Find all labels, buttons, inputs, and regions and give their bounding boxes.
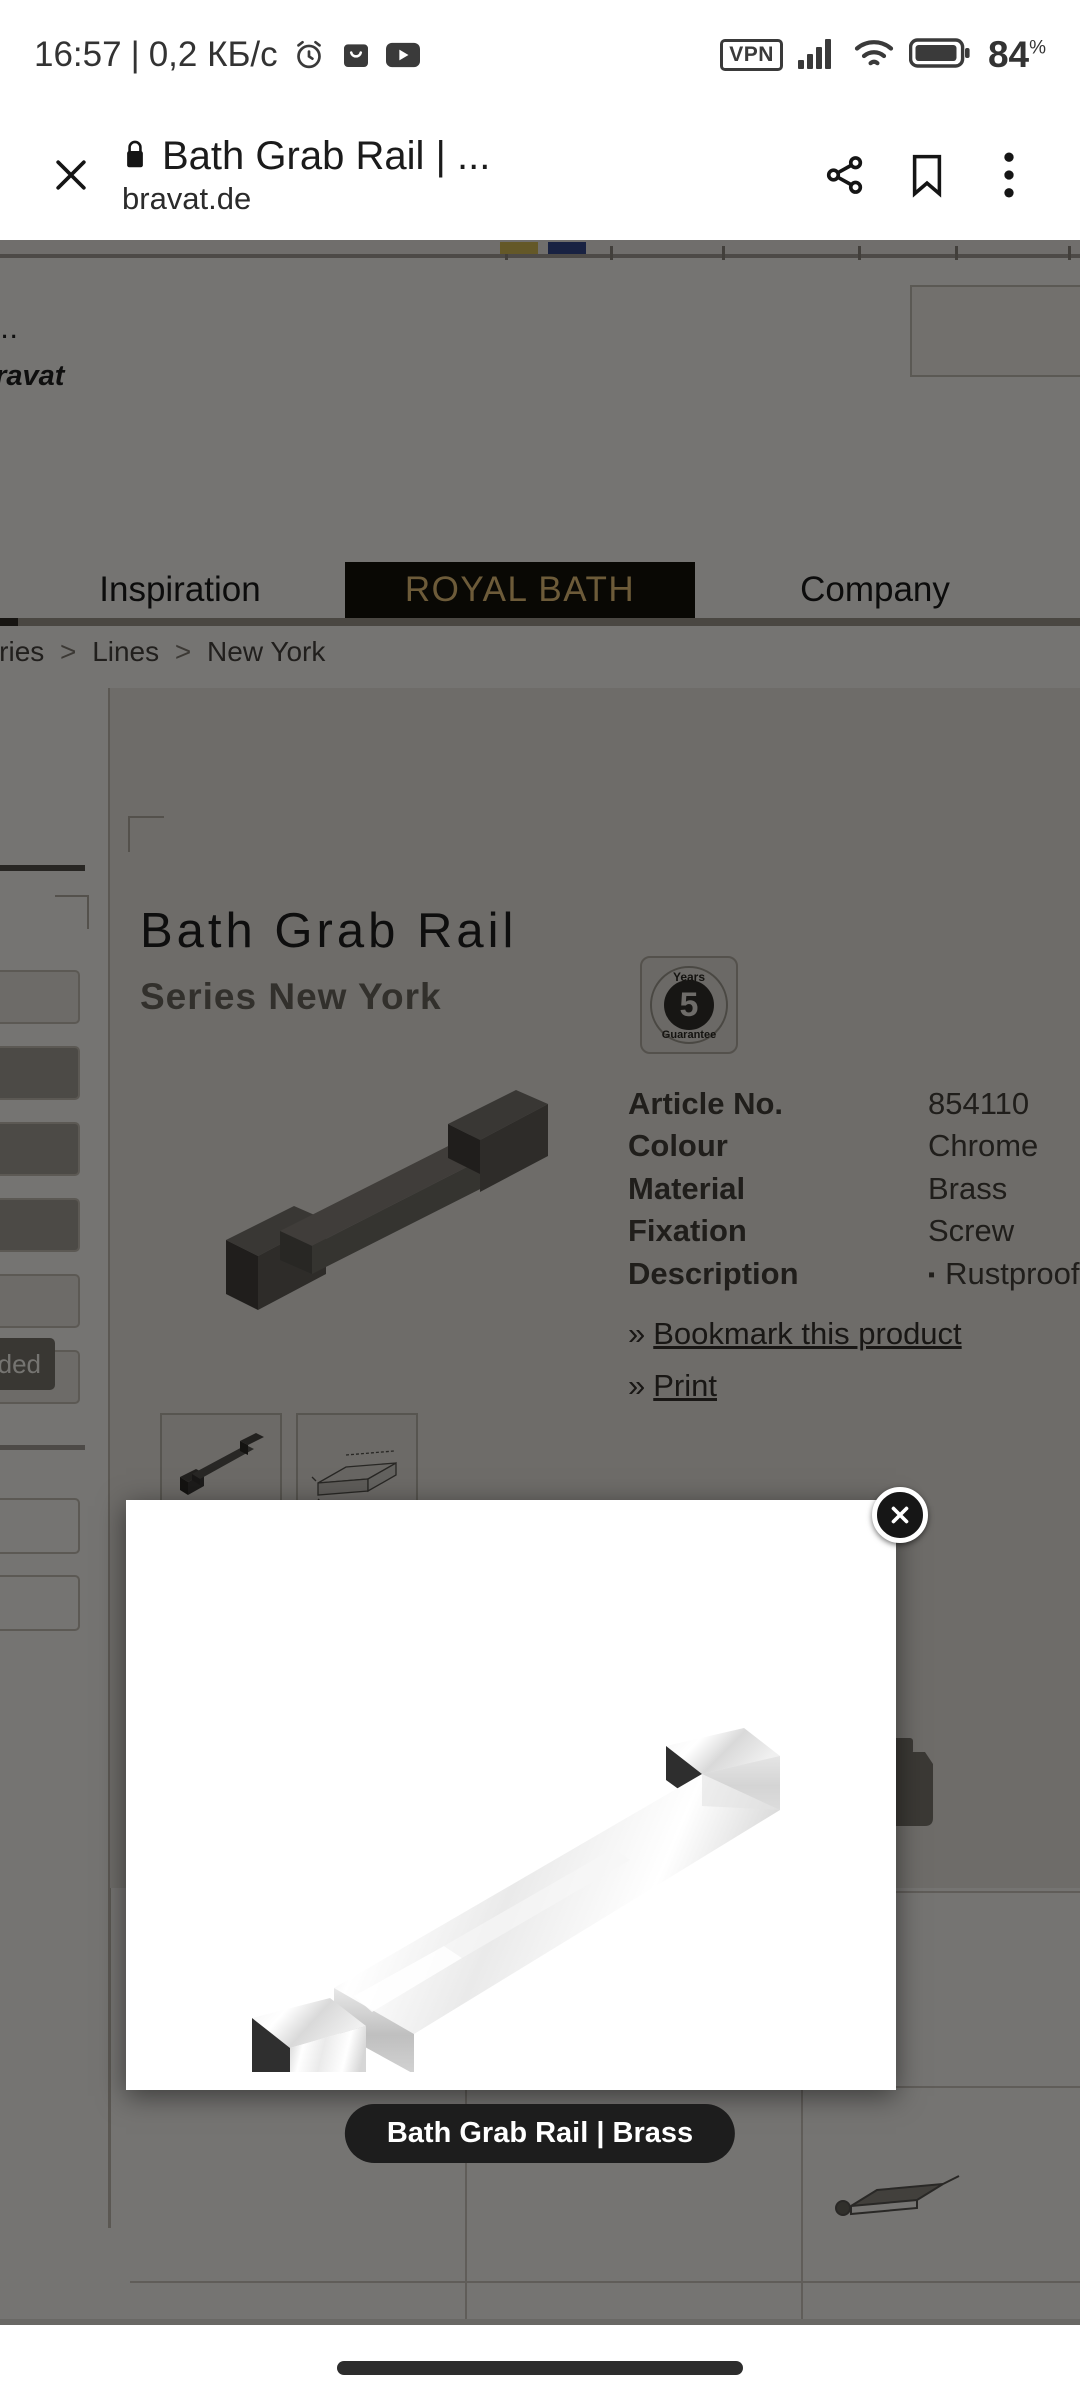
guarantee-circle: Years 5 Guarantee	[650, 966, 728, 1044]
product-action-links: » Bookmark this product » Print	[628, 1316, 962, 1420]
spec-key: Description	[628, 1255, 799, 1291]
status-time: 16:57	[34, 35, 122, 74]
guarantee-top-text: Years	[672, 970, 706, 984]
spec-row: Description ▪ Rustproof	[628, 1253, 1080, 1295]
battery-icon	[908, 37, 971, 74]
site-logo-line1: lax...	[0, 310, 19, 345]
vpn-icon: VPN	[720, 38, 783, 72]
top-tick	[722, 246, 725, 260]
lightbox-image[interactable]	[144, 1518, 878, 2072]
page-title: Bath Grab Rail | ...	[162, 133, 491, 178]
site-top-rule	[0, 254, 1080, 258]
site-search-input[interactable]	[910, 285, 1080, 377]
shopping-bag-icon	[340, 38, 372, 72]
link-chevron: »	[628, 1316, 646, 1351]
home-gesture-pill[interactable]	[337, 2361, 743, 2375]
nav-item-royal-bath[interactable]: ROYAL BATH	[345, 562, 695, 618]
spec-row: Material Brass	[628, 1168, 1080, 1210]
bookmark-product-link[interactable]: Bookmark this product	[653, 1316, 961, 1351]
sidebar-corner-tick	[55, 895, 89, 929]
sidebar-search-button[interactable]: ended	[0, 1338, 55, 1390]
list-bullet-icon: ▪	[928, 1263, 936, 1286]
main-navigation: Inspiration ROYAL BATH Company	[0, 562, 1080, 618]
spec-key: Material	[628, 1170, 746, 1206]
share-button[interactable]	[804, 134, 886, 216]
top-tick	[610, 246, 613, 260]
bookmark-product-link-row[interactable]: » Bookmark this product	[628, 1316, 962, 1352]
status-bar-right: VPN 84%	[720, 34, 1046, 76]
cellular-signal-icon	[797, 37, 839, 74]
link-chevron: »	[628, 1368, 646, 1403]
sidebar-field-2[interactable]	[0, 1046, 80, 1100]
more-menu-button[interactable]	[968, 134, 1050, 216]
print-link-row[interactable]: » Print	[628, 1368, 962, 1404]
sidebar-bottom-rule	[0, 1445, 85, 1450]
status-bar-left: 16:57 | 0,2 КБ/с	[34, 35, 720, 75]
breadcrumb-item[interactable]: Lines	[92, 636, 159, 667]
sidebar-field-1[interactable]	[0, 970, 80, 1024]
breadcrumb-separator: >	[60, 636, 77, 667]
system-navigation-bar	[0, 2325, 1080, 2400]
spec-value: Brass	[928, 1170, 1008, 1206]
product-main-image[interactable]	[130, 1088, 690, 1388]
wifi-icon	[853, 37, 895, 74]
status-network-speed: 0,2 КБ/с	[148, 35, 278, 74]
screen-root: 16:57 | 0,2 КБ/с VPN 84% Bath Grab Rail …	[0, 0, 1080, 2400]
battery-percent: 84%	[987, 34, 1046, 75]
nav-item-company[interactable]: Company	[760, 562, 990, 618]
alarm-clock-icon	[292, 38, 326, 72]
sidebar-field-3[interactable]	[0, 1122, 80, 1176]
product-subtitle: Series New York	[140, 976, 442, 1017]
sidebar-field-4[interactable]	[0, 1198, 80, 1252]
flag-badge-de	[500, 242, 538, 254]
card-corner-tick	[128, 816, 164, 852]
page-host: bravat.de	[122, 180, 252, 216]
close-tab-button[interactable]	[30, 134, 112, 216]
image-lightbox	[126, 1500, 896, 2090]
product-spec-table: Article No. 854110 Colour Chrome Materia…	[628, 1083, 1080, 1295]
status-separator: |	[130, 35, 140, 74]
lightbox-close-button[interactable]	[872, 1487, 928, 1543]
spec-value: 854110	[928, 1086, 1030, 1121]
sidebar-bottom-field-2[interactable]	[0, 1575, 80, 1631]
spec-row: Colour Chrome	[628, 1125, 1080, 1167]
guarantee-bottom-text: Guarantee	[661, 1029, 717, 1041]
spec-value: Screw	[928, 1213, 1015, 1249]
lightbox-caption: Bath Grab Rail | Brass	[344, 2104, 736, 2163]
grid-cell[interactable]	[803, 2088, 1080, 2281]
title-row: Bath Grab Rail | ...	[122, 134, 804, 179]
breadcrumb-item[interactable]: essories	[0, 636, 44, 667]
breadcrumb-separator: >	[174, 636, 192, 667]
bookmark-button[interactable]	[886, 134, 968, 216]
top-tick	[1068, 246, 1071, 260]
site-logo-line2: s Bravat	[0, 360, 65, 392]
youtube-icon	[385, 42, 420, 68]
spec-key: Article No.	[628, 1086, 784, 1121]
spec-value: Chrome	[928, 1128, 1039, 1164]
spec-key: Fixation	[628, 1213, 747, 1249]
flag-badge-eu	[548, 242, 586, 254]
sidebar-rule	[0, 865, 85, 871]
spec-row: Article No. 854110	[628, 1083, 1080, 1125]
site-logo[interactable]: lax... s Bravat	[0, 310, 64, 393]
browser-toolbar: Bath Grab Rail | ... bravat.de	[0, 110, 1080, 240]
print-link[interactable]: Print	[653, 1368, 717, 1403]
nav-item-inspiration[interactable]: Inspiration	[70, 562, 290, 618]
lock-icon	[122, 138, 148, 175]
sidebar-bottom-field-1[interactable]	[0, 1498, 80, 1554]
breadcrumb-item[interactable]: New York	[207, 636, 325, 667]
spec-value-bulleted: ▪ Rustproof	[928, 1255, 1080, 1291]
spec-row: Fixation Screw	[628, 1210, 1080, 1252]
top-tick	[955, 246, 958, 260]
sidebar-field-5[interactable]	[0, 1274, 80, 1328]
address-bar[interactable]: Bath Grab Rail | ... bravat.de	[122, 134, 804, 217]
top-tick	[858, 246, 861, 260]
guarantee-badge: Years 5 Guarantee	[640, 956, 738, 1054]
breadcrumb: essories > Lines > New York	[0, 636, 325, 668]
product-title: Bath Grab Rail	[140, 904, 518, 958]
status-bar: 16:57 | 0,2 КБ/с VPN 84%	[0, 0, 1080, 110]
guarantee-years-number: 5	[664, 980, 714, 1030]
nav-underline	[0, 618, 1080, 626]
spec-key: Colour	[628, 1128, 728, 1164]
